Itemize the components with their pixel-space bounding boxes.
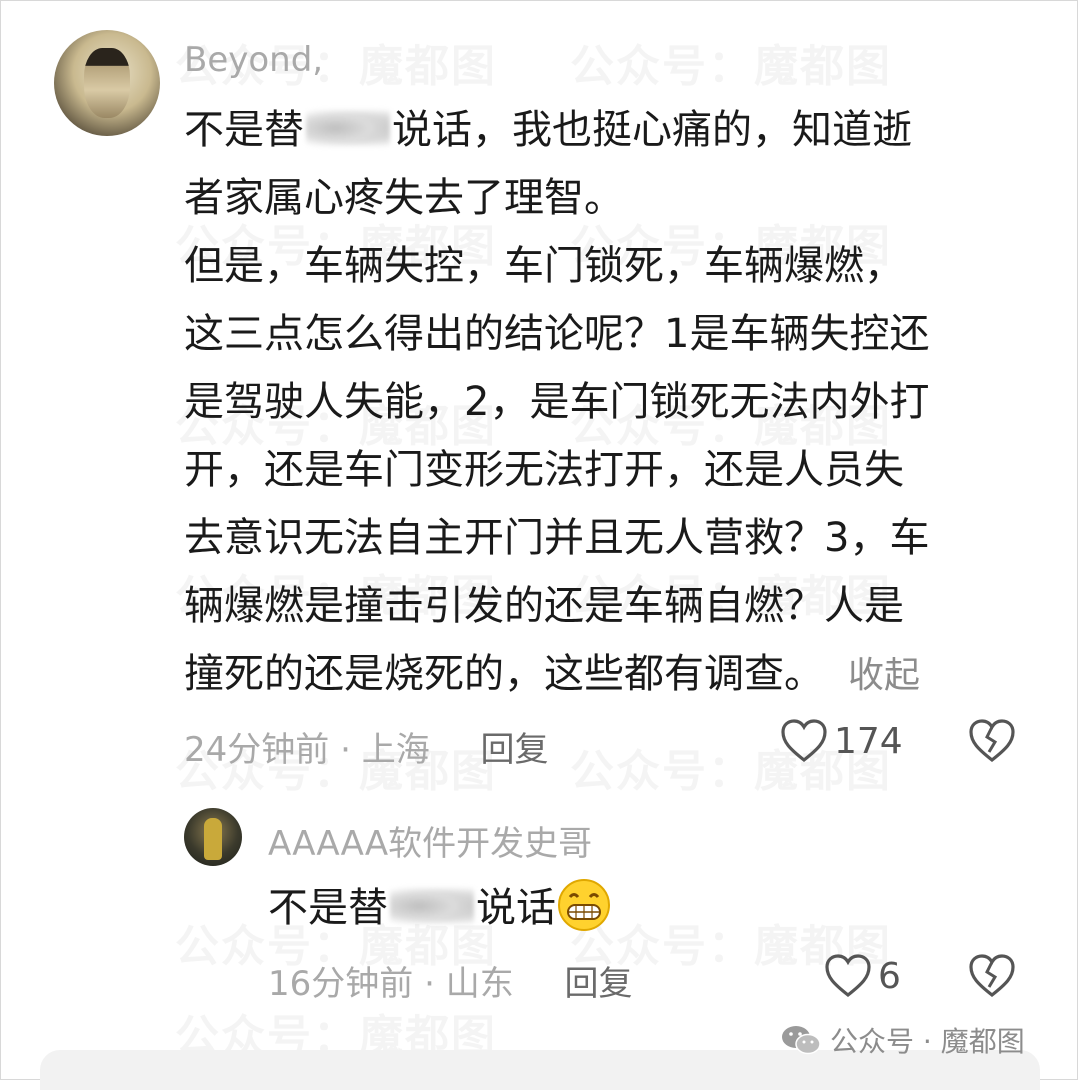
reply-button[interactable]: 回复: [481, 730, 549, 770]
broken-heart-icon: [969, 954, 1015, 998]
comment-line: 去意识无法自主开门并且无人营救？3，车: [184, 515, 930, 561]
replier-username[interactable]: AAAAA软件开发史哥: [268, 816, 592, 865]
brand-watermark: 公众号 · 魔都图: [780, 1020, 1025, 1060]
reply-dislike-button[interactable]: [968, 953, 1016, 1003]
comment-location: 上海: [361, 730, 430, 770]
comment-line: 开，还是车门变形无法打开，还是人员失: [184, 447, 904, 493]
comment-line: 是驾驶人失能，2，是车门锁死无法内外打: [184, 379, 930, 425]
like-button[interactable]: 174: [780, 718, 903, 764]
dislike-button[interactable]: [968, 718, 1016, 768]
comment-body: 不是替 说话，我也挺心痛的，知道逝 者家属心疼失去了理智。 但是，车辆失控，车门锁…: [184, 96, 1024, 710]
like-count: 6: [878, 955, 901, 997]
reply-meta: 16分钟前 · 山东 回复: [268, 956, 633, 1005]
reply-text-segment: 不是替: [268, 885, 388, 931]
comment-time: 24分钟前: [184, 730, 330, 770]
grin-emoji-icon: [558, 879, 610, 931]
reply-button[interactable]: 回复: [565, 964, 633, 1004]
comment-text-segment: 不是替: [184, 107, 304, 153]
comment-line: 撞死的还是烧死的，这些都有调查。: [184, 651, 824, 697]
blurred-name: [390, 887, 474, 925]
comment-text-segment: 说话，我也挺心痛的，知道逝: [392, 107, 912, 153]
reply-body: 不是替 说话: [268, 874, 968, 942]
collapse-button[interactable]: 收起: [848, 655, 920, 696]
wechat-icon: [782, 1026, 821, 1055]
reply-time: 16分钟前: [268, 964, 414, 1004]
meta-separator: ·: [424, 964, 446, 1004]
comment-meta: 24分钟前 · 上海 回复: [184, 722, 549, 771]
like-count: 174: [834, 720, 903, 762]
brand-label: 公众号 · 魔都图: [830, 1025, 1025, 1058]
reply-location: 山东: [445, 964, 514, 1004]
reply-text-segment: 说话: [476, 885, 556, 931]
comment-line: 辆爆燃是撞击引发的还是车辆自燃？人是: [184, 583, 904, 629]
comment-line: 这三点怎么得出的结论呢？1是车辆失控还: [184, 311, 930, 357]
comment-line: 者家属心疼失去了理智。: [184, 175, 624, 221]
heart-icon: [825, 954, 871, 998]
broken-heart-icon: [969, 719, 1015, 763]
commenter-username[interactable]: Beyond,: [184, 40, 323, 80]
meta-separator: ·: [340, 730, 362, 770]
blurred-name: [306, 109, 390, 147]
replier-avatar[interactable]: [184, 808, 242, 866]
comment-line: 但是，车辆失控，车门锁死，车辆爆燃，: [184, 243, 904, 289]
reply-like-button[interactable]: 6: [824, 953, 901, 999]
commenter-avatar[interactable]: [54, 30, 160, 136]
heart-icon: [781, 719, 827, 763]
